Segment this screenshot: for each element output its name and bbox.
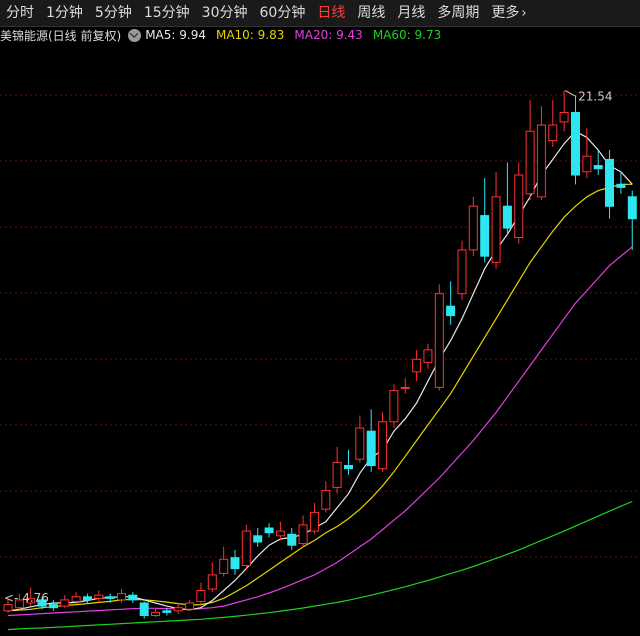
- tab-2[interactable]: 5分钟: [89, 0, 138, 26]
- candle-body: [117, 593, 126, 601]
- candle-body: [241, 530, 251, 567]
- ma10-line: [7, 183, 633, 612]
- tab-label: 多周期: [437, 5, 480, 21]
- candle-body: [128, 594, 138, 601]
- ma20-line: [7, 246, 633, 617]
- candle-body: [582, 155, 592, 173]
- candle-body: [480, 215, 490, 257]
- candlestick-chart[interactable]: 21.54 <- 4.76: [0, 44, 640, 636]
- dropdown-icon[interactable]: [128, 28, 142, 42]
- high-marker-line: [564, 90, 577, 98]
- candle-body: [48, 604, 58, 609]
- candle-body: [264, 527, 274, 534]
- candle-body: [3, 604, 13, 612]
- candle-body: [514, 174, 524, 238]
- tab-label: 60分钟: [259, 5, 306, 21]
- tab-6[interactable]: 日线: [311, 0, 351, 26]
- candle-body: [389, 390, 399, 423]
- candle-body: [344, 465, 353, 470]
- tab-label: 月线: [397, 5, 426, 21]
- candle-body: [525, 130, 535, 195]
- tab-9[interactable]: 多周期: [431, 0, 485, 26]
- candle-body: [355, 427, 365, 460]
- candle-body: [71, 596, 81, 602]
- candle-body: [559, 112, 569, 123]
- candle-body: [366, 430, 376, 467]
- candle-body: [412, 358, 422, 373]
- candle-body: [457, 249, 467, 295]
- tab-label: 分时: [6, 5, 34, 21]
- high-price-label: 21.54: [578, 90, 612, 104]
- candle-body: [548, 124, 558, 142]
- candle-body: [502, 205, 512, 229]
- candle-body: [434, 293, 444, 388]
- candle-body: [139, 602, 149, 616]
- candle-body: [321, 490, 331, 510]
- candle-body: [196, 590, 206, 602]
- chart-info-bar: 美锦能源(日线 前复权) MA5: 9.94 MA10: 9.83 MA20: …: [0, 27, 640, 43]
- candle-body: [185, 602, 195, 610]
- candle-body: [309, 511, 319, 532]
- tab-4[interactable]: 30分钟: [196, 0, 254, 26]
- ma5-line: [7, 130, 633, 612]
- ma20-label: MA20: 9.43: [294, 28, 363, 42]
- candle-body: [162, 610, 172, 613]
- candle-body: [298, 524, 308, 545]
- tab-label: 30分钟: [201, 5, 248, 21]
- candle-body: [60, 599, 70, 607]
- period-toolbar: 分时 1分钟 5分钟 15分钟 30分钟 60分钟 日线 周线 月线 多周期 更多 ›: [0, 0, 640, 27]
- candle-body: [627, 196, 637, 220]
- candle-body: [423, 349, 433, 363]
- tab-label: 更多: [491, 5, 520, 21]
- tab-7[interactable]: 周线: [351, 0, 391, 26]
- candle-body: [616, 183, 626, 188]
- tab-label: 1分钟: [46, 5, 83, 21]
- tab-1[interactable]: 1分钟: [40, 0, 89, 26]
- tab-3[interactable]: 15分钟: [138, 0, 196, 26]
- tab-label: 5分钟: [94, 5, 132, 21]
- candle-body: [253, 535, 263, 543]
- ma10-label: MA10: 9.83: [215, 28, 285, 42]
- candle-body: [230, 557, 240, 570]
- tab-label: 周线: [357, 5, 386, 21]
- candle-body: [151, 611, 160, 617]
- tab-8[interactable]: 月线: [391, 0, 431, 26]
- candle-body: [571, 112, 580, 176]
- candle-body: [536, 124, 546, 198]
- candle-body: [605, 158, 614, 207]
- candle-body: [593, 165, 603, 170]
- ma5-label: MA5: 9.94: [145, 28, 206, 42]
- candle-body: [275, 530, 285, 537]
- chevron-right-icon: ›: [521, 6, 527, 21]
- candle-body: [378, 421, 388, 470]
- tab-0[interactable]: 分时: [0, 0, 40, 26]
- candle-body: [287, 533, 297, 546]
- candle-body: [173, 607, 183, 612]
- candle-body: [105, 596, 115, 599]
- candle-body: [219, 558, 229, 574]
- candle-body: [332, 461, 342, 488]
- candle-body: [94, 594, 104, 599]
- candle-body: [468, 205, 478, 251]
- tab-5[interactable]: 60分钟: [254, 0, 312, 26]
- ma60-label: MA60: 9.73: [372, 28, 442, 42]
- candle-body: [400, 386, 410, 389]
- stock-title: 美锦能源(日线 前复权): [0, 28, 122, 43]
- tab-label: 日线: [317, 5, 346, 21]
- tab-10[interactable]: 更多 ›: [485, 0, 532, 26]
- candle-body: [491, 196, 501, 263]
- candle-body: [83, 596, 92, 601]
- candle-body: [446, 305, 456, 317]
- tab-label: 15分钟: [143, 5, 190, 21]
- low-price-label: <- 4.76: [4, 591, 49, 605]
- candle-body: [207, 574, 217, 590]
